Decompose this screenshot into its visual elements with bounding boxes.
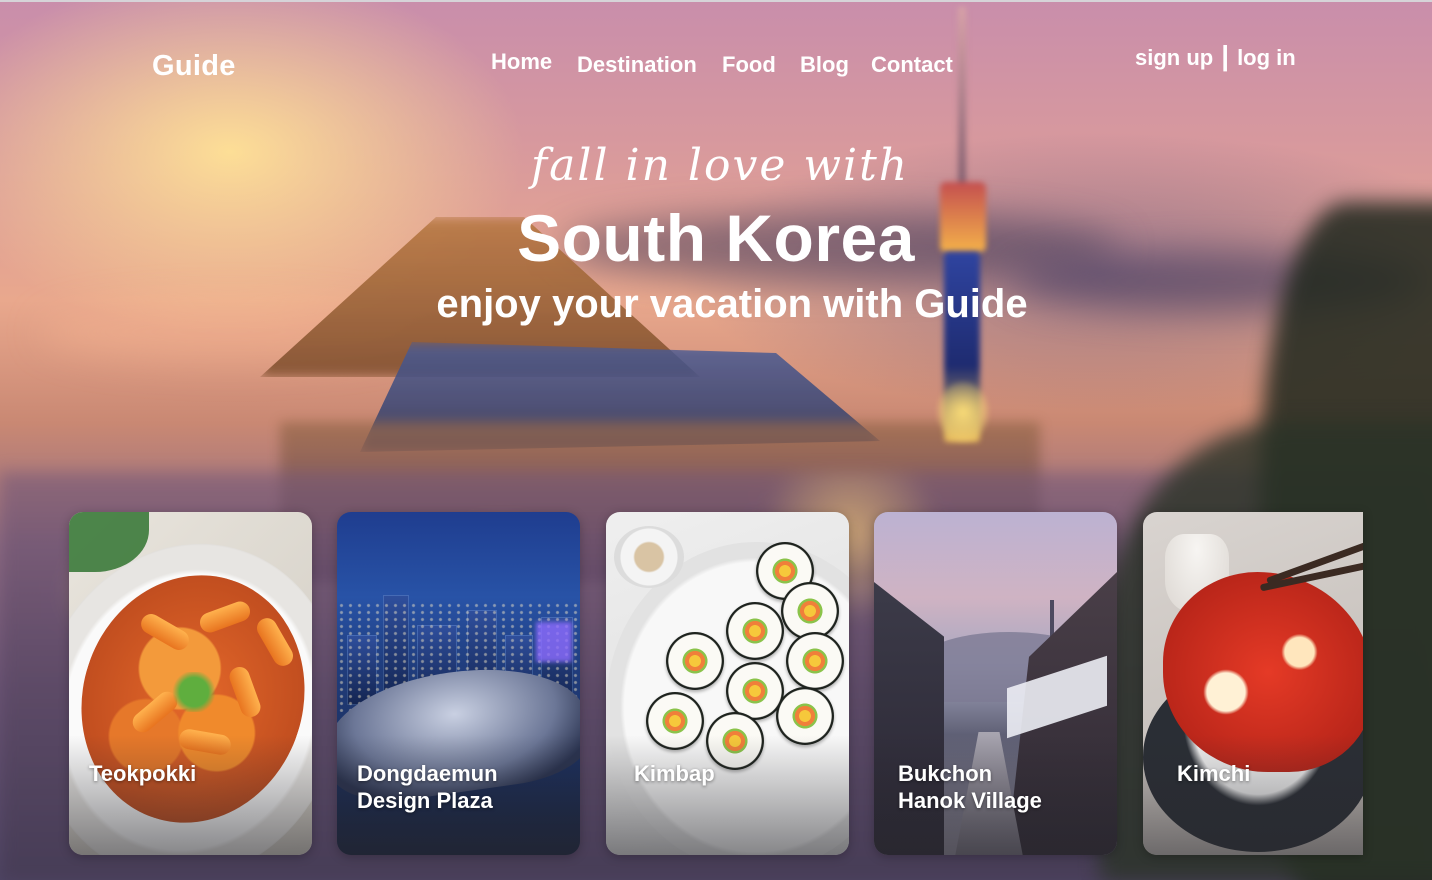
card-label-line: Kimbap [634,761,715,786]
auth-links: sign up | log in [1135,40,1296,72]
card-label-line: Bukchon [898,761,993,786]
card-shade [1143,735,1363,855]
card-label-line: Hanok Village [898,788,1042,813]
card-dongdaemun-design-plaza[interactable]: Dongdaemun Design Plaza [337,512,580,855]
card-label: Dongdaemun Design Plaza [357,760,498,814]
kimbap-roll [666,632,724,690]
card-label-line: Design Plaza [357,788,493,813]
green-onion [164,672,224,712]
site-header: Guide Home Destination Food Blog Contact… [0,0,1432,110]
card-label-line: Teokpokki [89,761,197,786]
card-kimbap[interactable]: Kimbap [606,512,849,855]
nav-home[interactable]: Home [491,49,552,75]
tower-glow [938,382,988,442]
card-shade [69,735,312,855]
auth-separator: | [1221,40,1230,71]
card-label: Teokpokki [89,760,196,787]
card-label-line: Kimchi [1177,761,1251,786]
nav-food[interactable]: Food [722,52,776,78]
card-shade [606,735,849,855]
card-label: Kimchi [1177,760,1250,787]
card-kimchi[interactable]: Kimchi [1143,512,1363,855]
card-bukchon-hanok-village[interactable]: Bukchon Hanok Village [874,512,1117,855]
sesame-bowl [614,526,684,588]
card-teokpokki[interactable]: Teokpokki [69,512,312,855]
nav-destination[interactable]: Destination [577,52,697,78]
card-label: Kimbap [634,760,715,787]
card-label: Bukchon Hanok Village [898,760,1042,814]
nav-blog[interactable]: Blog [800,52,849,78]
sign-up-link[interactable]: sign up [1135,45,1213,71]
nav-contact[interactable]: Contact [871,52,953,78]
card-label-line: Dongdaemun [357,761,498,786]
kimbap-roll [726,602,784,660]
hero-script-tagline: fall in love with [530,140,910,191]
neon-sign [536,622,572,662]
kimbap-roll [786,632,844,690]
hero-title: South Korea [517,201,915,275]
log-in-link[interactable]: log in [1237,45,1296,71]
hero-subtitle: enjoy your vacation with Guide [436,282,1028,326]
site-logo[interactable]: Guide [152,50,236,83]
